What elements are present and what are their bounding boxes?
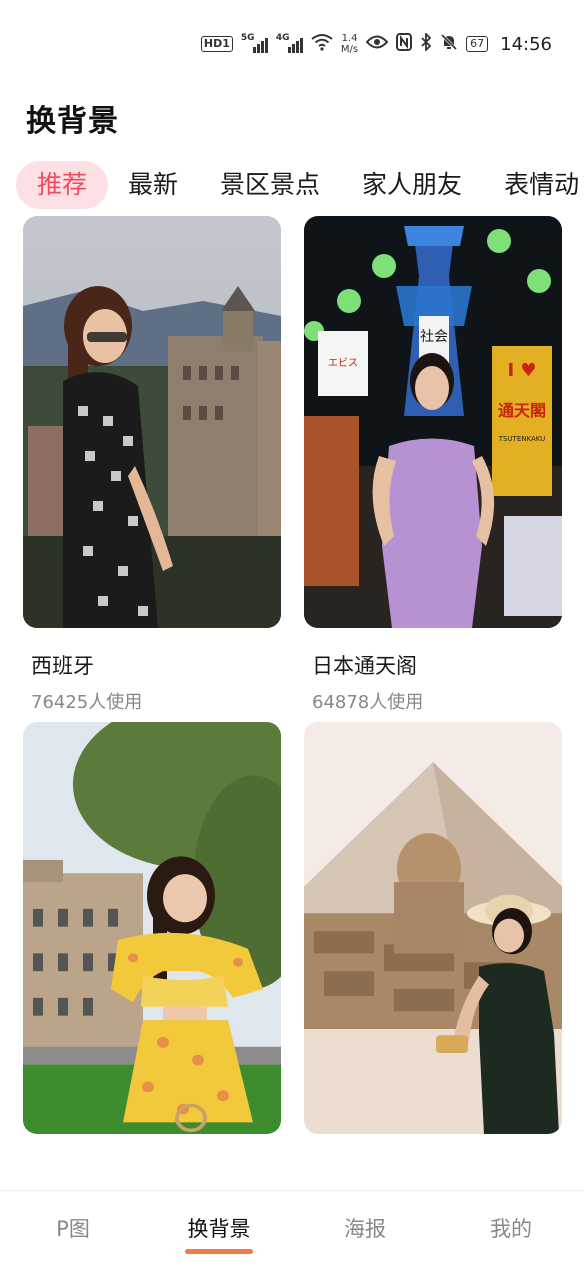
nav-change-background[interactable]: 换背景 (146, 1191, 292, 1272)
sign-love-text: I ♥ (507, 360, 536, 381)
wifi-icon (311, 33, 333, 55)
template-card-pyramid[interactable] (304, 722, 562, 1134)
sign-tsutenkaku-text: 通天閣 (498, 401, 546, 420)
signal-5g-icon: 5G (241, 33, 268, 53)
nfc-icon (396, 33, 413, 55)
eye-icon (365, 35, 389, 53)
template-thumbnail[interactable] (23, 722, 281, 1134)
bottom-navigation: P图 换背景 海报 我的 (0, 1190, 584, 1272)
status-bar: HD1 5G 4G 1.4 M/s 67 14:56 (0, 0, 584, 86)
mute-bell-icon (440, 33, 458, 55)
active-tab-indicator (185, 1249, 253, 1254)
nav-label: 海报 (344, 1217, 386, 1241)
tower-sign-text: 社会 (420, 329, 448, 345)
template-title: 西班牙 (31, 654, 94, 678)
template-thumbnail[interactable] (304, 722, 562, 1134)
status-icons: HD1 5G 4G 1.4 M/s 67 14:56 (200, 30, 552, 58)
template-title: 日本通天阁 (312, 654, 417, 678)
clock: 14:56 (500, 33, 552, 55)
template-thumbnail[interactable] (23, 216, 281, 628)
sign-ebisu-text: エビス (328, 357, 358, 369)
battery-icon: 67 (466, 36, 489, 52)
nav-mine[interactable]: 我的 (438, 1191, 584, 1272)
signal-4g-icon: 4G (276, 33, 303, 53)
tab-emoji[interactable]: 表情动 (504, 161, 579, 209)
network-speed: 1.4 M/s (340, 33, 359, 55)
nav-label: 换背景 (187, 1217, 251, 1241)
hd-icon: HD1 (200, 36, 233, 52)
template-thumbnail[interactable]: 社会 I ♥ 通天閣 TSUTENKAKU エビス (304, 216, 562, 628)
page-title: 换背景 (26, 104, 119, 139)
tab-scenic-spots[interactable]: 景区景点 (220, 161, 320, 209)
tab-family-friends[interactable]: 家人朋友 (362, 161, 462, 209)
template-card-tsutenkaku[interactable]: 社会 I ♥ 通天閣 TSUTENKAKU エビス 日本通天阁 64878人使用 (304, 216, 562, 714)
sign-roman-text: TSUTENKAKU (498, 435, 546, 443)
template-card-spain[interactable]: 西班牙 76425人使用 (23, 216, 281, 714)
nav-label: 我的 (490, 1217, 532, 1241)
tab-recommended[interactable]: 推荐 (16, 161, 109, 209)
nav-label: P图 (56, 1217, 90, 1241)
template-usage-count: 64878人使用 (312, 692, 424, 713)
nav-poster[interactable]: 海报 (292, 1191, 438, 1272)
nav-p-edit[interactable]: P图 (0, 1191, 146, 1272)
tab-latest[interactable]: 最新 (128, 161, 178, 209)
category-tabs: 推荐 最新 景区景点 家人朋友 表情动 (16, 160, 584, 210)
template-card-garden-street[interactable] (23, 722, 281, 1134)
bluetooth-icon (420, 31, 432, 55)
template-usage-count: 76425人使用 (31, 692, 143, 713)
